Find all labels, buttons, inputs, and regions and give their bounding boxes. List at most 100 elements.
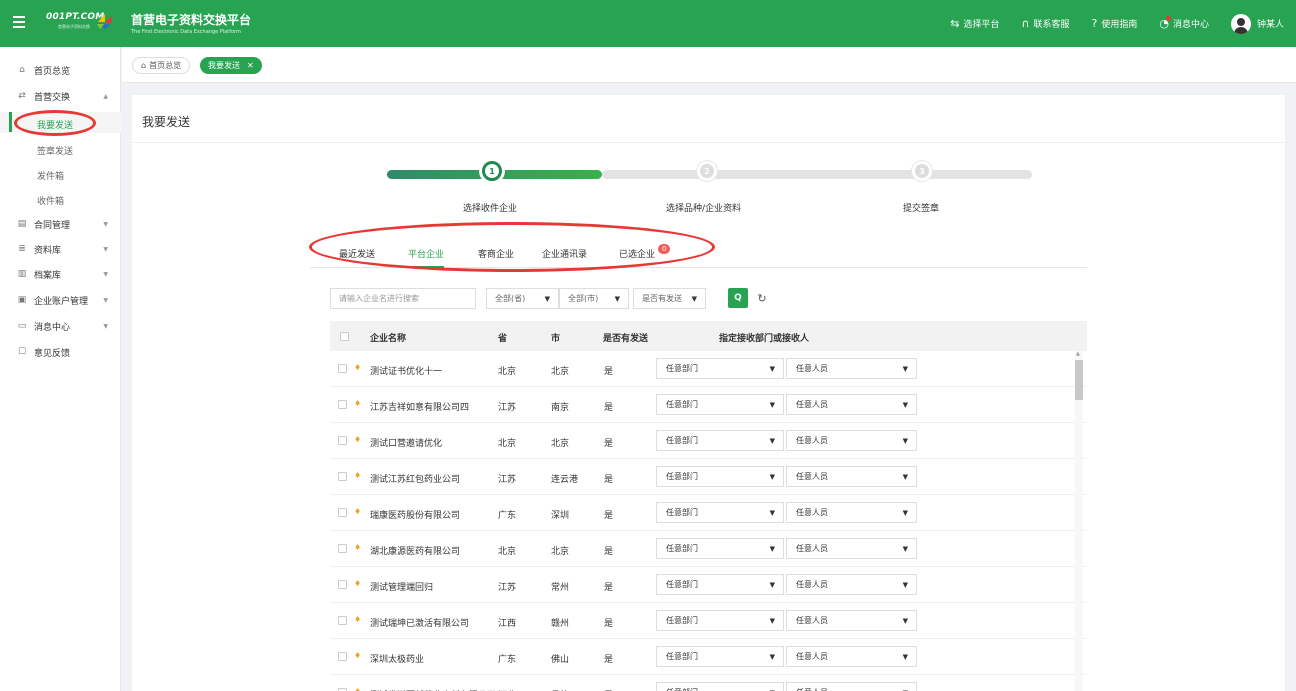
sidebar-item-account[interactable]: ▣ 企业账户管理 ▼	[0, 289, 121, 311]
breadcrumb-current[interactable]: 我要发送 ✕	[200, 57, 262, 74]
breadcrumb-home[interactable]: ⌂ 首页总览	[132, 57, 191, 74]
sidebar-item-library[interactable]: ≣ 资料库 ▼	[0, 238, 121, 260]
sidebar-sub-outbox[interactable]: 发件箱	[37, 169, 64, 182]
table-row: ♦ 测试口营邀请优化 北京 北京 是 任意部门 ▼ 任意人员 ▼	[330, 423, 1087, 459]
step-1-circle: 1	[482, 161, 502, 181]
verified-icon: ♦	[354, 615, 362, 624]
page-title: 我要发送	[142, 115, 191, 129]
sidebar-item-archive[interactable]: ▥ 档案库 ▼	[0, 263, 121, 285]
archive-icon: ▥	[17, 269, 27, 279]
department-select[interactable]: 任意部门▼	[656, 682, 784, 691]
row-checkbox[interactable]	[338, 652, 347, 661]
row-checkbox[interactable]	[338, 472, 347, 481]
person-select[interactable]: 任意人员▼	[786, 358, 917, 379]
search-input[interactable]: 请输入企业名进行搜索	[330, 288, 476, 309]
province-select[interactable]: 全部(省) ▼	[486, 288, 559, 309]
city-cell: 南京	[551, 403, 570, 413]
department-select[interactable]: 任意部门▼	[656, 358, 784, 379]
headset-icon: ∩	[1021, 17, 1030, 30]
person-select[interactable]: 任意人员▼	[786, 502, 917, 523]
scroll-up-icon[interactable]: ▲	[1076, 351, 1080, 357]
verified-icon: ♦	[354, 435, 362, 444]
person-select[interactable]: 任意人员▼	[786, 538, 917, 559]
verified-icon: ♦	[354, 507, 362, 516]
row-checkbox[interactable]	[338, 508, 347, 517]
caret-down-icon: ▼	[769, 472, 775, 481]
row-checkbox[interactable]	[338, 364, 347, 373]
sidebar-item-exchange[interactable]: ⇄ 首营交换 ▲	[0, 85, 121, 107]
city-cell: 赣州	[551, 619, 570, 629]
department-select[interactable]: 任意部门▼	[656, 538, 784, 559]
person-select[interactable]: 任意人员▼	[786, 610, 917, 631]
caret-down-icon: ▼	[769, 544, 775, 553]
city-cell: 常州	[551, 583, 570, 593]
company-name: 测试证书优化十一	[370, 367, 443, 377]
sidebar-item-feedback[interactable]: ☐ 意见反馈	[0, 341, 121, 363]
menu-icon[interactable]	[13, 16, 25, 28]
person-select[interactable]: 任意人员▼	[786, 394, 917, 415]
logo-subtitle: 首营电子资料交换	[58, 24, 90, 29]
scrollbar-thumb[interactable]	[1075, 360, 1083, 400]
step-1-label: 选择收件企业	[463, 204, 518, 214]
sidebar-sub-sign-send[interactable]: 签章发送	[37, 144, 73, 157]
row-checkbox[interactable]	[338, 580, 347, 589]
exchange-icon: ⇄	[18, 91, 26, 101]
person-select[interactable]: 任意人员▼	[786, 646, 917, 667]
logo-icon	[97, 14, 112, 29]
sent-select[interactable]: 是否有发送 ▼	[633, 288, 706, 309]
person-select[interactable]: 任意人员▼	[786, 574, 917, 595]
close-icon[interactable]: ✕	[247, 61, 254, 70]
sidebar-item-contracts[interactable]: ▤ 合同管理 ▼	[0, 213, 121, 235]
department-select[interactable]: 任意部门▼	[656, 574, 784, 595]
step-3-circle: 3	[912, 161, 932, 181]
city-select[interactable]: 全部(市) ▼	[559, 288, 629, 309]
sidebar-sub-inbox[interactable]: 收件箱	[37, 194, 64, 207]
department-select[interactable]: 任意部门▼	[656, 466, 784, 487]
row-checkbox[interactable]	[338, 544, 347, 553]
department-select[interactable]: 任意部门▼	[656, 394, 784, 415]
message-center-button[interactable]: ◔ 消息中心	[1159, 16, 1209, 30]
department-select[interactable]: 任意部门▼	[656, 502, 784, 523]
caret-down-icon: ▼	[902, 652, 908, 661]
search-icon: Q	[734, 293, 742, 303]
user-menu[interactable]: 钟某人	[1230, 13, 1284, 34]
table-row: ♦ 湖北康源医药有限公司 北京 北京 是 任意部门 ▼ 任意人员 ▼	[330, 531, 1087, 567]
step-3-label: 提交签章	[903, 204, 940, 214]
sent-cell: 是	[604, 583, 614, 593]
department-select[interactable]: 任意部门▼	[656, 646, 784, 667]
company-name: 江苏吉祥如意有限公司四	[370, 403, 470, 413]
row-checkbox[interactable]	[338, 436, 347, 445]
verified-icon: ♦	[354, 363, 362, 372]
annotation-oval	[309, 222, 715, 272]
sidebar-item-messages[interactable]: ▭ 消息中心 ▼	[0, 315, 121, 337]
library-icon: ≣	[18, 244, 26, 254]
row-checkbox[interactable]	[338, 616, 347, 625]
scrollbar[interactable]: ▲	[1075, 351, 1083, 691]
caret-down-icon: ▼	[769, 436, 775, 445]
caret-down-icon: ▼	[902, 400, 908, 409]
contact-support-button[interactable]: ∩ 联系客服	[1021, 17, 1069, 30]
search-button[interactable]: Q	[728, 288, 748, 308]
sidebar-item-home[interactable]: ⌂ 首页总览	[0, 59, 121, 81]
caret-down-icon: ▼	[902, 580, 908, 589]
annotation-oval	[14, 110, 96, 136]
user-guide-button[interactable]: ? 使用指南	[1092, 17, 1138, 30]
switch-platform-button[interactable]: ⇆ 选择平台	[950, 17, 999, 30]
caret-down-icon: ▼	[769, 580, 775, 589]
department-select[interactable]: 任意部门▼	[656, 610, 784, 631]
chevron-down-icon: ▼	[103, 270, 108, 278]
select-all-checkbox[interactable]	[340, 332, 349, 341]
step-2-label: 选择品种/企业资料	[666, 204, 742, 214]
table-row: ♦ 瑞康医药股份有限公司 广东 深圳 是 任意部门 ▼ 任意人员 ▼	[330, 495, 1087, 531]
department-select[interactable]: 任意部门▼	[656, 430, 784, 451]
switch-icon: ⇆	[950, 17, 960, 30]
row-checkbox[interactable]	[338, 400, 347, 409]
city-cell: 深圳	[551, 511, 570, 521]
refresh-button[interactable]: ↻	[752, 288, 772, 308]
province-cell: 北京	[498, 439, 517, 449]
person-select[interactable]: 任意人员▼	[786, 430, 917, 451]
person-select[interactable]: 任意人员▼	[786, 466, 917, 487]
person-select[interactable]: 任意人员▼	[786, 682, 917, 691]
city-cell: 北京	[551, 439, 570, 449]
avatar	[1230, 13, 1251, 34]
